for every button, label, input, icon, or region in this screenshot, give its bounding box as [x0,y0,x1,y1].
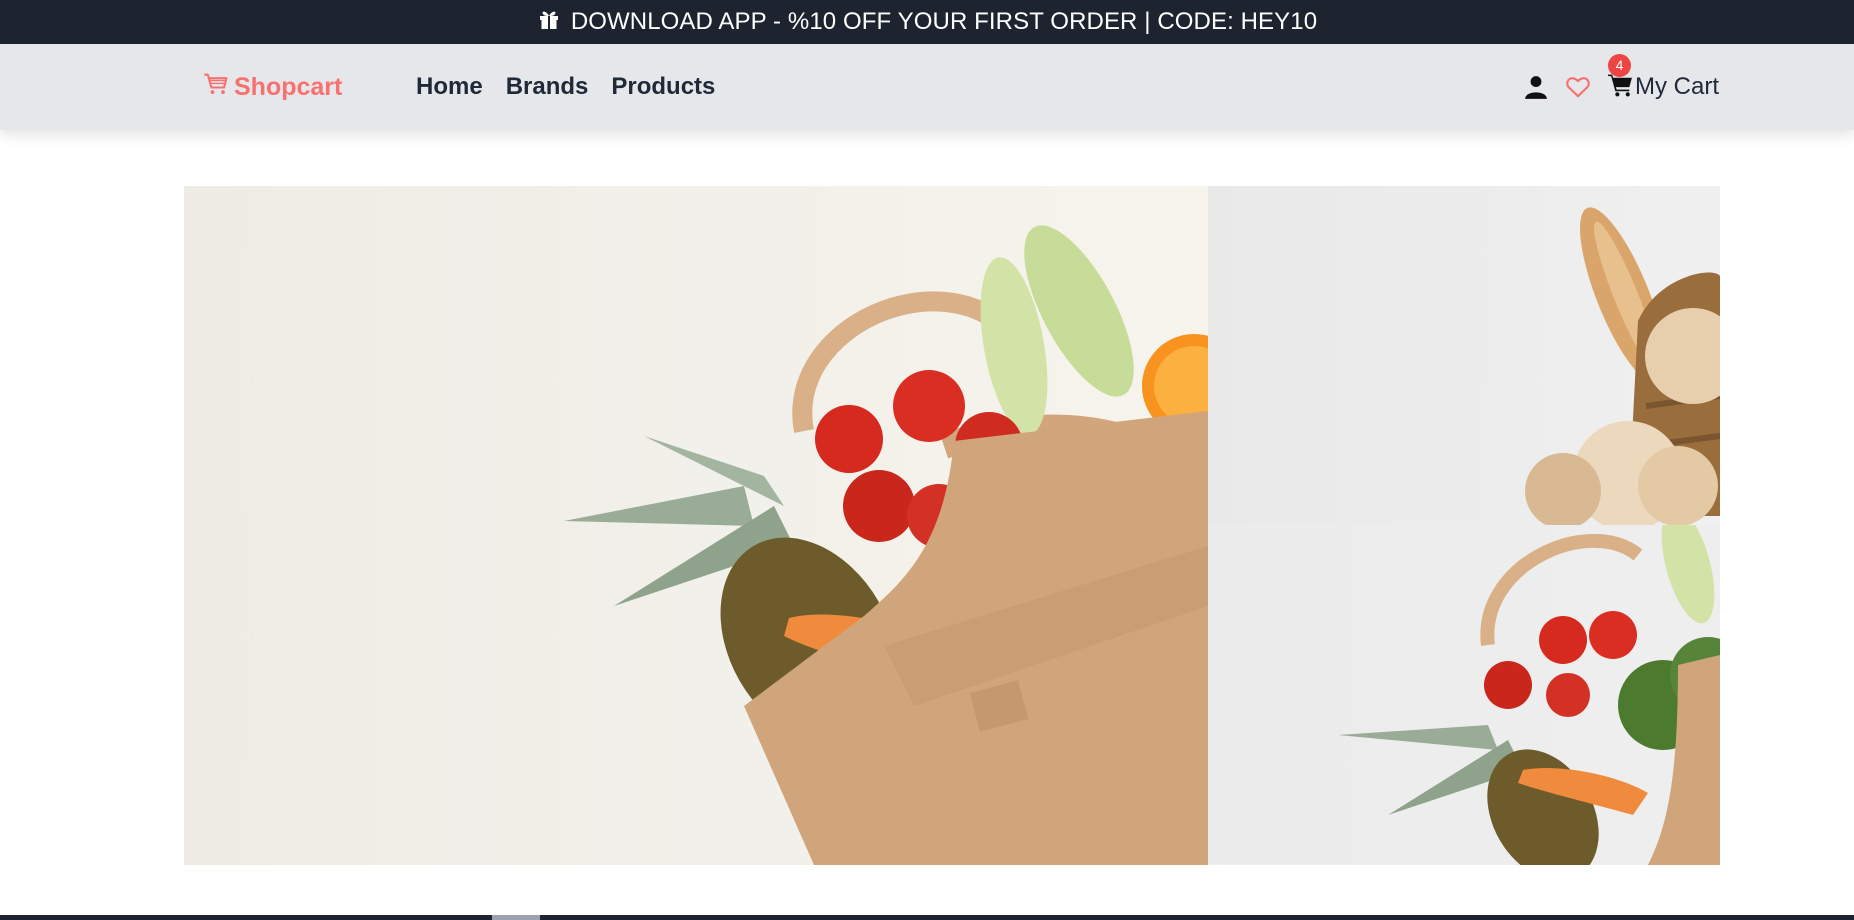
cart-icon [202,70,230,105]
heart-icon[interactable] [1565,74,1591,100]
gift-icon [537,7,561,38]
cart-button[interactable]: 4 My Cart [1607,53,1719,103]
hero-slide-main[interactable] [184,186,1208,865]
grocery-bag-image [564,225,1208,865]
main-nav: Home Brands Products [416,70,715,104]
navbar: Shopcart Home Brands Products 4 My Cart [0,44,1854,130]
nav-link-products[interactable]: Products [611,73,715,101]
cart-label: My Cart [1635,73,1719,100]
bread-basket-image [1525,207,1720,525]
hero-slide-vegetables-small[interactable] [1208,525,1720,865]
scrollbar-thumb[interactable] [492,915,540,920]
cart-count-badge: 4 [1608,53,1631,77]
nav-actions: 4 My Cart [1523,53,1719,105]
logo[interactable]: Shopcart [202,71,342,103]
hero-slide-bread[interactable] [1208,186,1720,525]
user-icon[interactable] [1523,74,1549,100]
grocery-bag-small-image [1338,525,1720,865]
nav-link-brands[interactable]: Brands [506,73,589,101]
bottom-scrollbar [0,915,1854,920]
logo-text: Shopcart [234,72,343,101]
nav-link-home[interactable]: Home [416,73,483,101]
announcement-text: DOWNLOAD APP - %10 OFF YOUR FIRST ORDER … [570,8,1318,35]
announcement-bar: DOWNLOAD APP - %10 OFF YOUR FIRST ORDER … [0,0,1854,44]
hero-banner [184,186,1720,865]
